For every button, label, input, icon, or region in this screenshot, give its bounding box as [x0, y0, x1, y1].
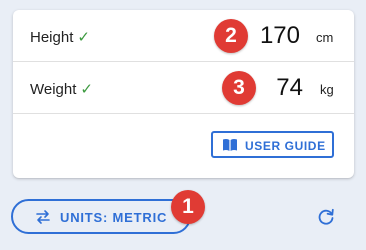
measurements-card: Height ✓ 2 170 cm Weight ✓ 3 74 kg USER GU…: [13, 10, 354, 178]
weight-unit: kg: [320, 82, 334, 97]
weight-value[interactable]: 74: [276, 74, 303, 102]
swap-arrows-icon: [36, 210, 50, 224]
height-check-icon: ✓: [77, 29, 90, 46]
weight-label: Weight ✓: [30, 81, 93, 98]
book-open-icon: [223, 138, 237, 151]
height-value[interactable]: 170: [260, 22, 300, 50]
reset-button[interactable]: [315, 206, 337, 228]
height-label: Height ✓: [30, 29, 90, 46]
units-toggle-button[interactable]: UNITS: METRIC: [11, 199, 191, 234]
refresh-icon: [318, 208, 334, 225]
height-step-marker: 2: [214, 19, 248, 53]
height-row: Height ✓ 2 170 cm: [13, 10, 354, 62]
units-toggle-label: UNITS: METRIC: [60, 210, 168, 225]
weight-check-icon: ✓: [80, 81, 93, 98]
weight-row: Weight ✓ 3 74 kg: [13, 62, 354, 114]
units-step-marker: 1: [171, 190, 205, 224]
user-guide-label: USER GUIDE: [245, 139, 326, 153]
height-unit: cm: [316, 30, 334, 45]
user-guide-button[interactable]: USER GUIDE: [211, 131, 334, 158]
weight-step-marker: 3: [222, 71, 256, 105]
